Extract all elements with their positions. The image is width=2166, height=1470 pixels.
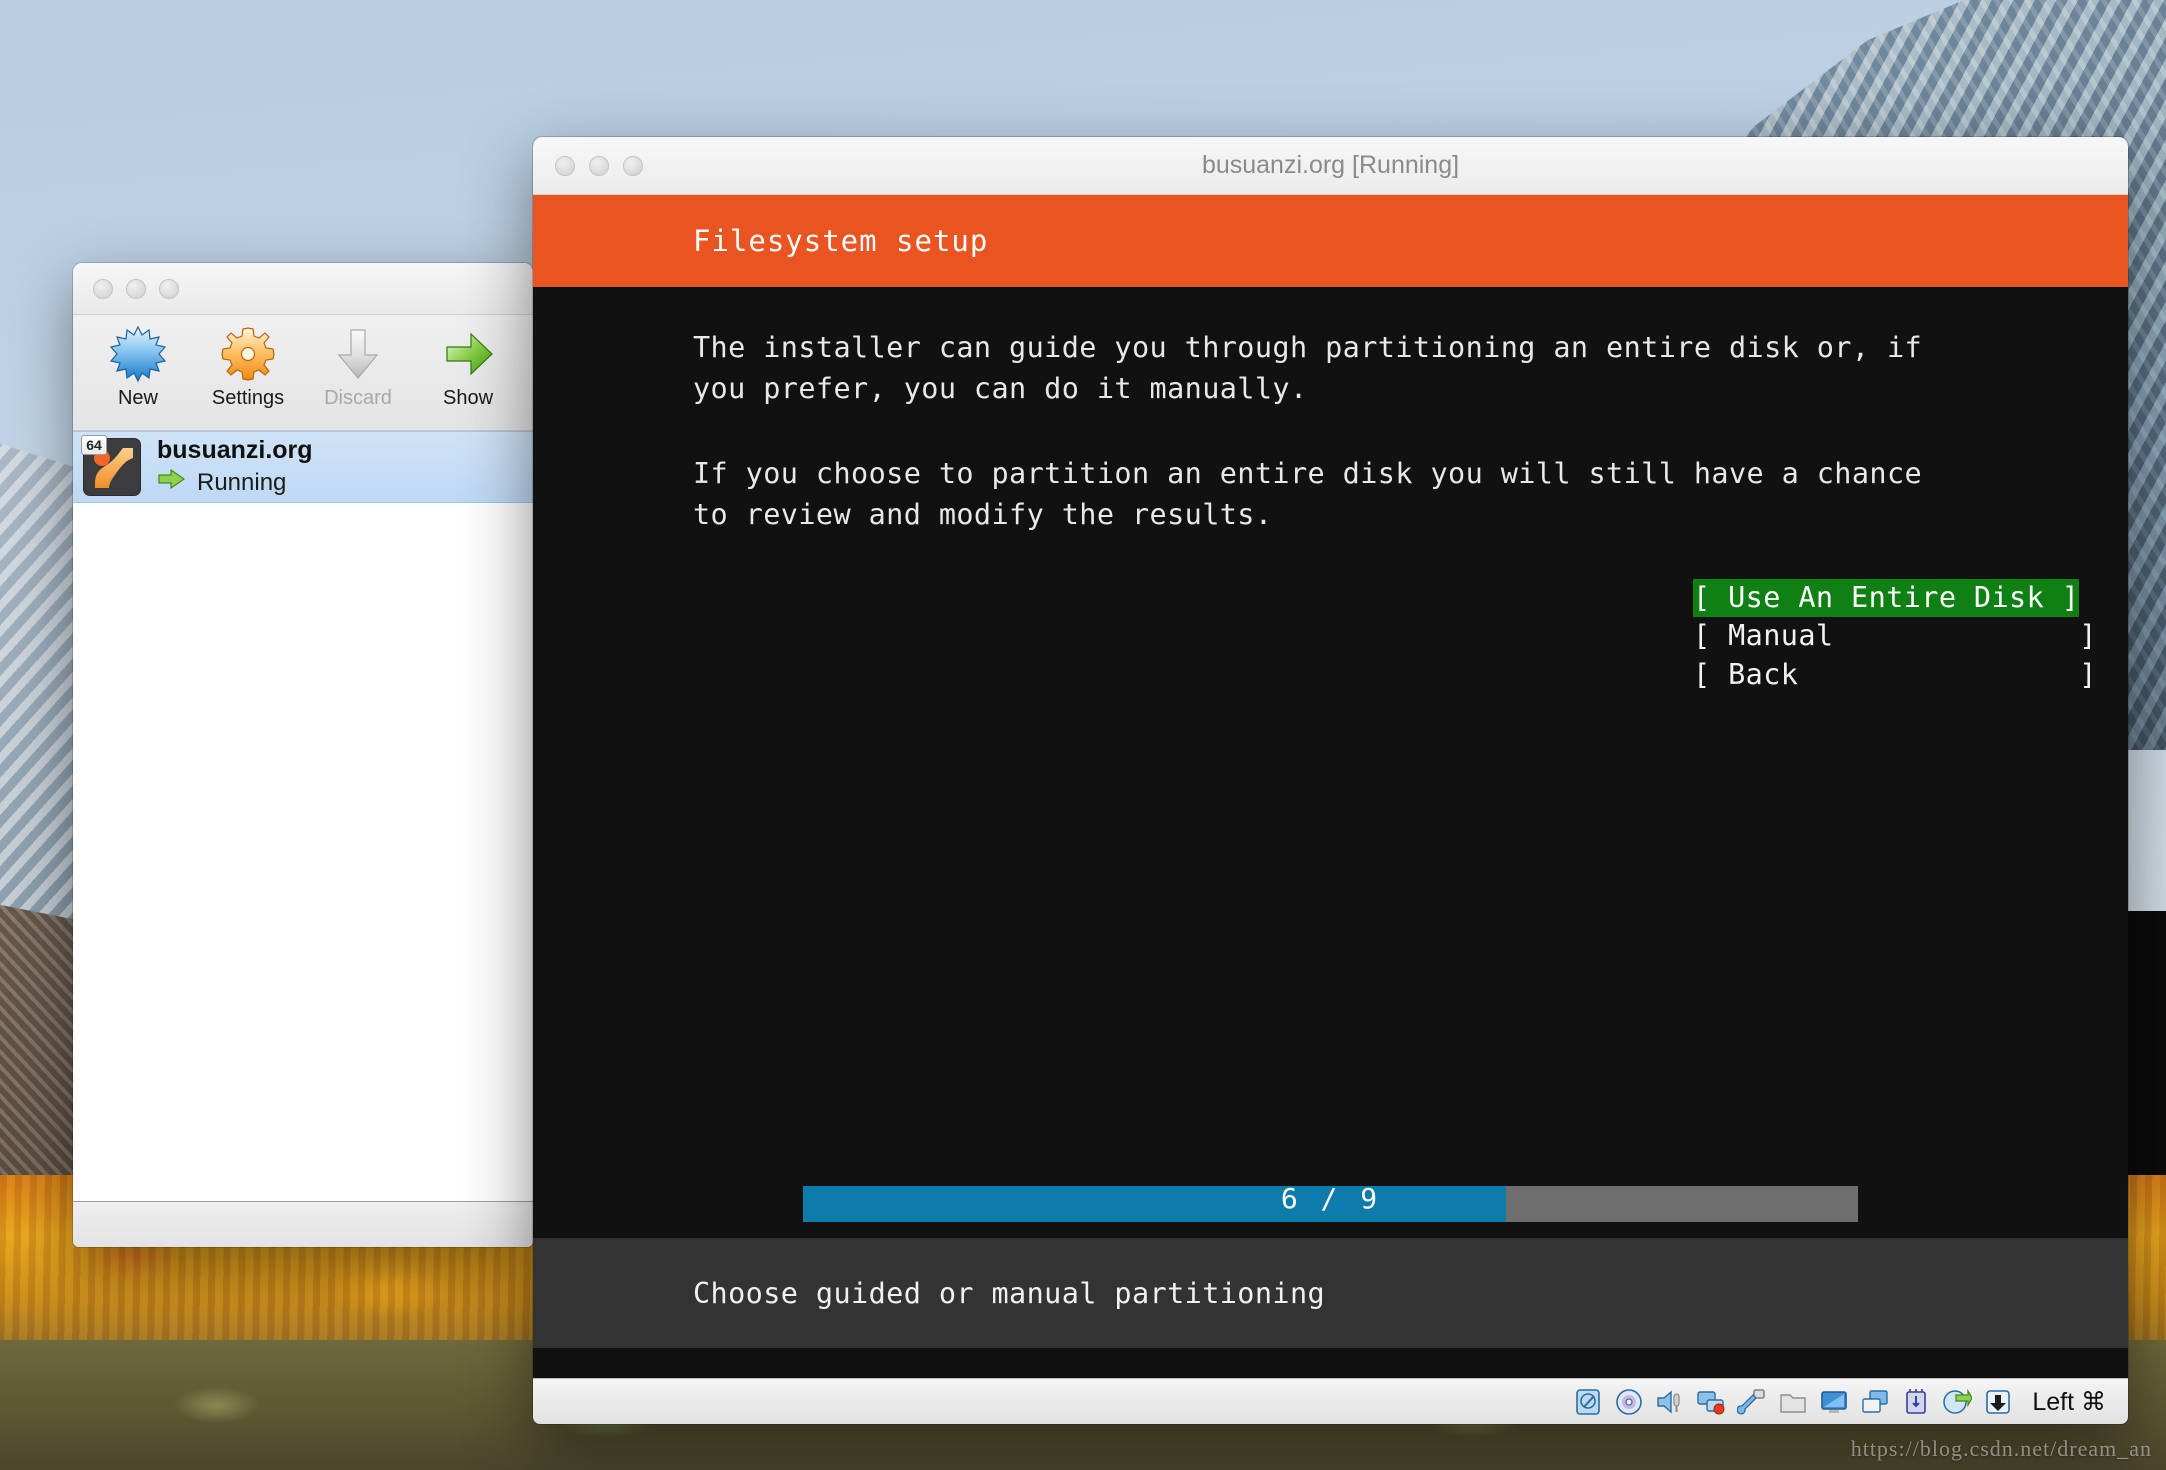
shared-folder-icon[interactable] [1778, 1387, 1808, 1417]
description-paragraph-2: If you choose to partition an entire dis… [693, 457, 1923, 532]
manager-titlebar[interactable] [73, 263, 533, 315]
zoom-button[interactable] [623, 155, 643, 176]
discard-button: Discard [319, 323, 397, 410]
optical-disc-icon[interactable] [1614, 1387, 1644, 1417]
show-button[interactable]: Show [429, 323, 507, 410]
vm-state: Running [157, 467, 313, 498]
vm-screen[interactable]: Filesystem setup The installer can guide… [533, 195, 2128, 1378]
show-arrow-icon [429, 323, 507, 385]
new-vm-button[interactable]: New [99, 323, 177, 410]
vm-name: busuanzi.org [157, 436, 313, 464]
network-icon[interactable] [1696, 1387, 1726, 1417]
vm-list[interactable]: 64 busuanzi.org Running [73, 431, 533, 1201]
settings-gear-icon [209, 323, 287, 385]
green-arrow-icon [157, 467, 187, 498]
menu-item-back[interactable]: [ Back ] [1693, 656, 2097, 694]
host-key-label: Left ⌘ [2032, 1387, 2106, 1416]
display-icon[interactable] [1819, 1387, 1849, 1417]
watermark-text: https://blog.csdn.net/dream_an [1850, 1436, 2152, 1461]
installer-body: The installer can guide you through part… [533, 287, 2128, 1172]
footer-hint-text: Choose guided or manual partitioning [693, 1276, 1326, 1310]
close-button[interactable] [93, 278, 113, 299]
discard-arrow-icon [319, 323, 397, 385]
new-vm-label: New [117, 387, 158, 409]
host-key-arrow-icon[interactable] [1983, 1387, 2013, 1417]
progress-fill [803, 1186, 1507, 1222]
virtualbox-manager-window[interactable]: New Settings Discard Show 64 busuanzi.or… [73, 263, 533, 1247]
usb-icon[interactable] [1736, 1387, 1767, 1417]
vm-titlebar[interactable]: busuanzi.org [Running] [533, 137, 2128, 195]
vm-meta: busuanzi.org Running [157, 436, 313, 498]
manager-bottom-bar [73, 1201, 533, 1247]
menu-item-manual[interactable]: [ Manual ] [1693, 617, 2097, 655]
close-button[interactable] [555, 155, 575, 176]
show-label: Show [442, 387, 494, 409]
partitioning-menu[interactable]: [ Use An Entire Disk ] [ Manual ] [ Back… [533, 579, 2128, 694]
remote-display-icon[interactable] [1942, 1387, 1974, 1417]
vm-state-label: Running [197, 468, 287, 496]
new-star-icon [99, 323, 177, 385]
menu-row: [ Use An Entire Disk ] [1693, 579, 2128, 618]
discard-label: Discard [324, 387, 392, 409]
cpu-icon[interactable] [1901, 1387, 1931, 1417]
installer-header: Filesystem setup [533, 195, 2128, 287]
minimize-button[interactable] [589, 155, 609, 176]
video-capture-icon[interactable] [1860, 1387, 1890, 1417]
vm-window-title: busuanzi.org [Running] [1201, 151, 1460, 179]
vm-window[interactable]: busuanzi.org [Running] Filesystem setup … [533, 137, 2128, 1424]
hard-disk-icon[interactable] [1573, 1387, 1603, 1417]
menu-item-use-entire-disk[interactable]: [ Use An Entire Disk ] [1693, 579, 2080, 618]
menu-row: [ Back ] [1693, 656, 2128, 694]
installer-footer: Choose guided or manual partitioning [533, 1238, 2128, 1348]
page-title: Filesystem setup [693, 224, 989, 258]
list-item[interactable]: 64 busuanzi.org Running [73, 431, 533, 503]
settings-label: Settings [211, 387, 285, 409]
installer-progress: 6 / 9 [533, 1172, 2128, 1238]
settings-button[interactable]: Settings [209, 323, 287, 410]
vm-icon-wrap: 64 [81, 435, 141, 496]
minimize-button[interactable] [126, 278, 146, 299]
audio-icon[interactable] [1655, 1387, 1685, 1417]
menu-row: [ Manual ] [1693, 617, 2128, 655]
progress-label: 6 / 9 [1280, 1181, 1381, 1215]
manager-toolbar: New Settings Discard Show [73, 315, 533, 431]
description-paragraph-1: The installer can guide you through part… [693, 331, 1923, 406]
screen-bottom-strip [533, 1348, 2128, 1378]
arch-badge: 64 [81, 435, 107, 455]
zoom-button[interactable] [159, 278, 179, 299]
vm-statusbar: Left ⌘ [533, 1378, 2128, 1424]
